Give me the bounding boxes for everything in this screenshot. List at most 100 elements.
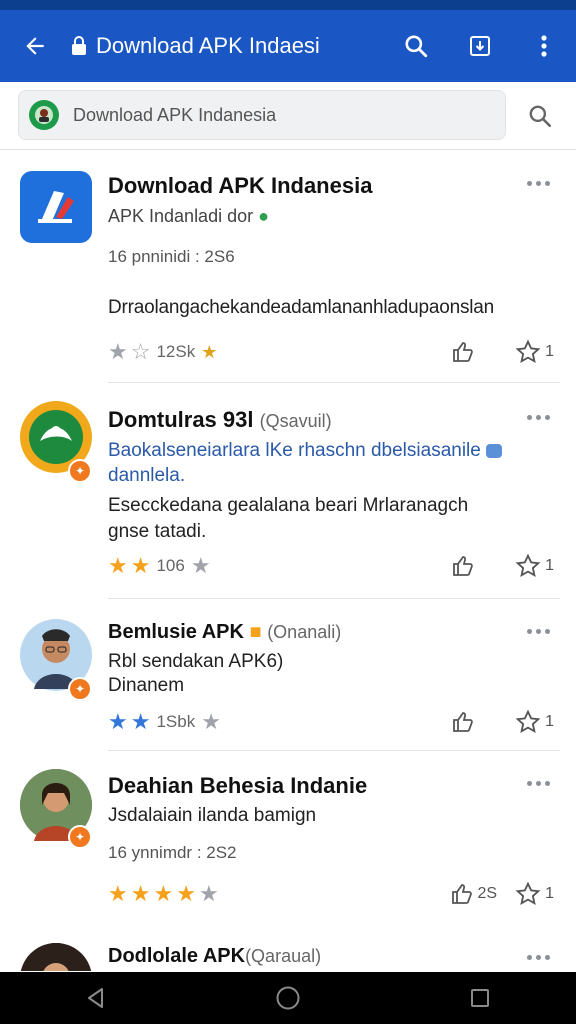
nav-recents-button[interactable] xyxy=(450,972,510,1024)
star-outline-icon xyxy=(515,553,541,578)
post-title[interactable]: Domtulras 93l (Qsavuil) xyxy=(108,407,332,433)
search-text: Download APK Indanesia xyxy=(73,104,277,125)
more-options-button[interactable] xyxy=(520,173,556,193)
rating-stars: ★ ★ xyxy=(108,555,150,577)
share-count: 1 xyxy=(545,713,554,730)
nav-home-button[interactable] xyxy=(258,972,318,1024)
star-outline-icon xyxy=(515,339,541,364)
page-title: Download APK Indaesi xyxy=(96,33,320,58)
post-actions: ★ ☆ 12Sk ★ 1 xyxy=(108,337,554,367)
post-subtitle: APK Indanladi dor ● xyxy=(108,206,269,226)
post-title-handle: (Qaraual) xyxy=(245,946,322,966)
back-button[interactable] xyxy=(0,10,70,82)
list-item[interactable]: ✦ Bemlusie APK ■ (Onanali) Rbl sendakan … xyxy=(0,599,576,751)
badge-icon: ■ xyxy=(249,621,262,643)
back-arrow-icon xyxy=(26,37,44,55)
list-item[interactable]: ✦ Domtulras 93l (Qsavuil) Baokalseneiarl… xyxy=(0,383,576,599)
search-icon xyxy=(529,105,552,128)
favorite-button[interactable]: 1 xyxy=(515,553,554,579)
star-icon: ★ xyxy=(176,881,196,906)
system-nav-bar xyxy=(0,972,576,1024)
like-count: 106 xyxy=(156,556,185,575)
more-options-button[interactable] xyxy=(520,621,556,641)
post-text: Jsdalaiain ilanda bamign xyxy=(108,805,317,826)
orange-badge-icon: ✦ xyxy=(68,677,92,701)
site-logo-icon xyxy=(29,100,59,130)
post-text: Rbl sendakan APK6) xyxy=(108,651,284,672)
reply-button[interactable] xyxy=(451,710,475,734)
share-count: 1 xyxy=(545,557,554,574)
list-item[interactable]: Dodlolale APK(Qaraual) xyxy=(0,931,576,971)
verified-leaf-icon: ● xyxy=(258,206,269,226)
post-actions: ★ ★ ★ ★ ★ 2S 1 xyxy=(108,879,554,909)
star-icon: ★ xyxy=(108,881,128,906)
star-icon: ★ xyxy=(108,709,128,734)
download-button[interactable] xyxy=(448,10,512,82)
favorite-button[interactable]: 1 xyxy=(515,709,554,735)
search-button[interactable] xyxy=(384,10,448,82)
star-outline-icon xyxy=(515,709,541,734)
more-options-button[interactable] xyxy=(520,947,556,967)
post-title[interactable]: Bemlusie APK ■ (Onanali) xyxy=(108,621,341,644)
post-meta: 16 ynnimdr : 2S2 xyxy=(108,843,237,862)
post-text-continued: Dinanem xyxy=(108,675,185,696)
overflow-menu-button[interactable] xyxy=(512,10,576,82)
post-title[interactable]: Dodlolale APK(Qaraual) xyxy=(108,945,321,968)
reply-button[interactable] xyxy=(451,340,475,364)
post-body: Drraolangachekandeadamlananhladupaonslan xyxy=(108,297,495,318)
home-circle-icon xyxy=(276,986,300,1010)
post-title[interactable]: Deahian Behesia Indanie xyxy=(108,773,367,799)
favorite-button[interactable]: 1 xyxy=(515,339,554,365)
back-triangle-icon xyxy=(88,988,103,1008)
thumb-up-icon xyxy=(453,556,473,576)
rating-stars: ★ ★ ★ ★ ★ xyxy=(108,883,219,905)
recents-square-icon xyxy=(471,989,489,1007)
favorite-button[interactable]: 1 xyxy=(515,881,554,907)
avatar xyxy=(20,943,92,971)
star-icon: ★ xyxy=(201,709,221,734)
app-icon xyxy=(20,171,92,243)
post-text: Baokalseneiarlara lKe rhaschn dbelsiasan… xyxy=(108,440,503,462)
emoji-icon: ★ xyxy=(201,341,218,362)
star-icon: ★ xyxy=(130,709,151,734)
reply-button[interactable] xyxy=(451,554,475,578)
star-outline-icon xyxy=(515,881,541,906)
more-vert-icon xyxy=(541,35,547,57)
orange-badge-icon: ✦ xyxy=(68,825,92,849)
star-outline-icon: ☆ xyxy=(130,339,151,364)
list-item[interactable]: ✦ Deahian Behesia Indanie Jsdalaiain ila… xyxy=(0,751,576,931)
search-bar: Download APK Indanesia xyxy=(0,82,576,150)
reply-count: 2S xyxy=(477,885,498,902)
star-icon: ★ xyxy=(108,339,128,364)
search-input[interactable]: Download APK Indanesia xyxy=(18,90,506,140)
search-submit-button[interactable] xyxy=(518,96,562,136)
lock-icon xyxy=(72,36,86,55)
post-text-continued: dannlela. xyxy=(108,465,186,486)
rating-stars: ★ ★ xyxy=(108,711,150,733)
url-title[interactable]: Download APK Indaesi xyxy=(70,33,384,59)
star-icon: ★ xyxy=(198,881,219,906)
post-body: Esecckedana gealalana beari Mrlaranagch xyxy=(108,495,469,516)
reply-button[interactable]: 2S xyxy=(450,882,498,906)
star-icon: ★ xyxy=(153,881,174,906)
post-actions: ★ ★ 106 ★ 1 xyxy=(108,551,554,581)
rating-stars: ★ ☆ xyxy=(108,341,150,363)
list-item[interactable]: Download APK Indanesia APK Indanladi dor… xyxy=(0,151,576,383)
post-title[interactable]: Download APK Indanesia xyxy=(108,173,372,199)
star-icon: ★ xyxy=(130,881,151,906)
post-meta: 16 pnninidi : 2S6 xyxy=(108,247,235,266)
thumb-up-icon xyxy=(451,884,472,904)
download-icon xyxy=(470,36,490,56)
star-icon: ★ xyxy=(108,553,128,578)
nav-back-button[interactable] xyxy=(66,972,126,1024)
orange-badge-icon: ✦ xyxy=(68,459,92,483)
app-bar: Download APK Indaesi xyxy=(0,10,576,82)
post-title-handle: (Qsavuil) xyxy=(259,411,332,431)
more-options-button[interactable] xyxy=(520,773,556,793)
like-count: 12Sk xyxy=(156,342,196,361)
thumb-up-icon xyxy=(453,712,473,732)
thumb-up-icon xyxy=(453,342,473,362)
more-options-button[interactable] xyxy=(520,407,556,427)
post-title-handle: (Onanali) xyxy=(267,622,342,642)
share-count: 1 xyxy=(545,885,554,902)
